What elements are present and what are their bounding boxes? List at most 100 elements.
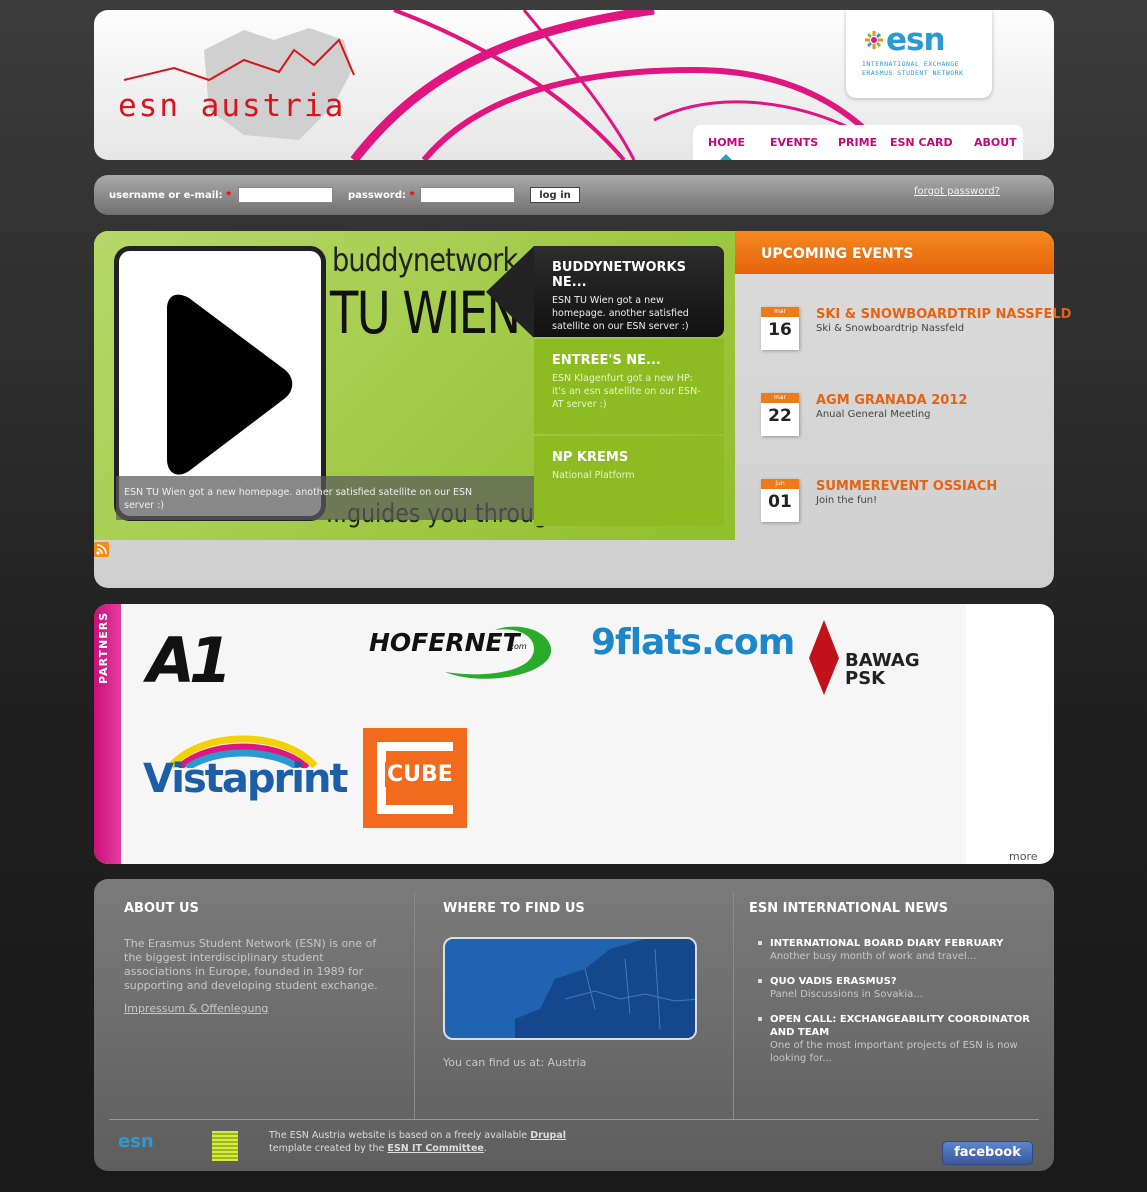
partner-logos: A1 HOFERNET .com 9flats.com BAWAG PSK Vi… bbox=[121, 604, 966, 864]
password-input[interactable] bbox=[420, 187, 515, 203]
footer-esn-logo[interactable]: esn bbox=[118, 1131, 154, 1152]
bullet-icon bbox=[758, 979, 762, 983]
cube-logo-text: CUBE bbox=[385, 762, 455, 787]
event-month: jun bbox=[761, 479, 799, 489]
slider-tab-buddynetworks[interactable]: BUDDYNETWORKS NE... ESN TU Wien got a ne… bbox=[534, 246, 724, 337]
event-day: 22 bbox=[768, 406, 792, 426]
rss-icon[interactable] bbox=[94, 542, 109, 557]
events-heading: UPCOMING EVENTS bbox=[761, 246, 914, 262]
partners-heading: PARTNERS bbox=[97, 611, 110, 684]
footer-divider bbox=[414, 891, 415, 1119]
nav-esn-card[interactable]: ESN CARD bbox=[890, 136, 953, 149]
event-month: mar bbox=[761, 393, 799, 403]
upcoming-events: UPCOMING EVENTS mar 16 SKI & SNOWBOARDTR… bbox=[735, 231, 1071, 540]
drupal-link[interactable]: Drupal bbox=[530, 1130, 566, 1141]
partner-logo-hofernet[interactable]: HOFERNET .com bbox=[365, 622, 565, 687]
news-item[interactable]: OPEN CALL: EXCHANGEABILITY COORDINATOR A… bbox=[758, 1013, 1035, 1065]
rss-glyph bbox=[96, 544, 107, 555]
partners-section: PARTNERS A1 HOFERNET .com 9flats.com BAW… bbox=[94, 604, 1054, 864]
esn-it-committee-link[interactable]: ESN IT Committee bbox=[387, 1143, 483, 1154]
nav-events[interactable]: EVENTS bbox=[770, 136, 818, 149]
bawag-diamond-icon bbox=[809, 620, 839, 695]
site-logo-text[interactable]: esn austria bbox=[118, 88, 345, 124]
partners-sidebar: PARTNERS bbox=[94, 604, 121, 864]
active-tab-arrow bbox=[486, 246, 534, 338]
esn-star-icon bbox=[865, 31, 883, 49]
footer-divider bbox=[733, 891, 734, 1119]
main-nav: HOME EVENTS PRIME ESN CARD ABOUT bbox=[693, 125, 1023, 160]
esn-international-logo[interactable]: esn INTERNATIONAL EXCHANGE ERASMUS STUDE… bbox=[846, 10, 992, 98]
calendar-icon: mar 16 bbox=[761, 307, 799, 350]
esn-tagline-1: INTERNATIONAL EXCHANGE bbox=[862, 60, 960, 68]
username-label: username or e-mail: * bbox=[109, 190, 232, 201]
footer-separator bbox=[109, 1119, 1039, 1120]
europe-map[interactable] bbox=[443, 937, 697, 1040]
login-button[interactable]: log in bbox=[530, 187, 580, 203]
news-excerpt: One of the most important projects of ES… bbox=[770, 1040, 1018, 1064]
site-header: esn austria esn INTERNATIONAL EXCHANGE E… bbox=[94, 10, 1054, 160]
sustainability-badge-icon[interactable] bbox=[212, 1131, 238, 1161]
event-subtitle: Join the fun! bbox=[816, 495, 878, 506]
event-day: 16 bbox=[768, 320, 792, 340]
news-title[interactable]: INTERNATIONAL BOARD DIARY FEBRUARY bbox=[770, 937, 1035, 950]
event-title[interactable]: SKI & SNOWBOARDTRIP NASSFELD bbox=[816, 307, 1071, 322]
event-subtitle: Anual General Meeting bbox=[816, 409, 931, 420]
event-title[interactable]: AGM GRANADA 2012 bbox=[816, 393, 967, 408]
news-title[interactable]: QUO VADIS ERASMUS? bbox=[770, 975, 1035, 988]
login-bar: username or e-mail: * password: * log in… bbox=[94, 175, 1054, 215]
forgot-password-link[interactable]: forgot password? bbox=[914, 186, 1000, 197]
nav-home[interactable]: HOME bbox=[708, 136, 745, 149]
slider-tab-title: NP KREMS bbox=[552, 450, 629, 465]
find-us-text: You can find us at: Austria bbox=[443, 1056, 587, 1069]
events-heading-bar: UPCOMING EVENTS bbox=[735, 231, 1054, 274]
psk-logo-text: PSK bbox=[845, 668, 886, 689]
9flats-logo-text: 9flats.com bbox=[591, 622, 795, 663]
featured-slider: buddynetwork TU WIEN ...guides you throu… bbox=[94, 231, 735, 540]
nav-about[interactable]: ABOUT bbox=[974, 136, 1017, 149]
esn-logo-word: esn bbox=[886, 22, 946, 58]
slider-tab-title: ENTREE'S NE... bbox=[552, 353, 661, 368]
partner-logo-vistaprint[interactable]: Vistaprint bbox=[143, 728, 349, 818]
news-title[interactable]: OPEN CALL: EXCHANGEABILITY COORDINATOR A… bbox=[770, 1013, 1035, 1039]
hofernet-logo-suffix: .com bbox=[507, 642, 527, 651]
news-excerpt: Panel Discussions in Sovakia... bbox=[770, 989, 923, 1000]
calendar-icon: mar 22 bbox=[761, 393, 799, 436]
partner-logo-bawag-psk[interactable]: BAWAG PSK bbox=[809, 618, 969, 698]
nav-prime[interactable]: PRIME bbox=[838, 136, 877, 149]
slider-tab-np-krems[interactable]: NP KREMS National Platform bbox=[534, 436, 724, 526]
impressum-link[interactable]: Impressum & Offenlegung bbox=[124, 1002, 268, 1015]
event-day: 01 bbox=[768, 492, 792, 512]
news-item[interactable]: INTERNATIONAL BOARD DIARY FEBRUARY Anoth… bbox=[758, 937, 1035, 963]
partner-logo-a1[interactable]: A1 bbox=[143, 620, 233, 710]
europe-map-image bbox=[515, 939, 695, 1038]
about-us-text: The Erasmus Student Network (ESN) is one… bbox=[124, 937, 378, 992]
facebook-button[interactable]: facebook bbox=[942, 1141, 1033, 1165]
hofernet-logo-text: HOFERNET bbox=[369, 628, 520, 657]
about-us-heading: ABOUT US bbox=[124, 901, 199, 916]
event-title[interactable]: SUMMEREVENT OSSIACH bbox=[816, 479, 997, 494]
slider-tab-title: BUDDYNETWORKS NE... bbox=[552, 260, 686, 290]
slider-tab-text: ESN TU Wien got a new homepage. another … bbox=[552, 295, 689, 332]
slider-tab-text: National Platform bbox=[552, 470, 635, 481]
main-content: buddynetwork TU WIEN ...guides you throu… bbox=[94, 231, 1071, 588]
esn-tagline-2: ERASMUS STUDENT NETWORK bbox=[862, 69, 964, 77]
calendar-icon: jun 01 bbox=[761, 479, 799, 522]
partner-logo-9flats[interactable]: 9flats.com bbox=[591, 620, 795, 670]
site-credit: The ESN Austria website is based on a fr… bbox=[269, 1130, 566, 1154]
vistaprint-logo-text: Vistaprint bbox=[143, 756, 349, 802]
partner-logo-cube[interactable]: CUBE bbox=[363, 728, 467, 828]
slider-tab-entree[interactable]: ENTREE'S NE... ESN Klagenfurt got a new … bbox=[534, 339, 724, 434]
slide-caption: ESN TU Wien got a new homepage. another … bbox=[116, 476, 536, 520]
partners-more-link[interactable]: more bbox=[1009, 850, 1038, 863]
slide-caption-text: ESN TU Wien got a new homepage. another … bbox=[124, 487, 473, 511]
a1-logo-text: A1 bbox=[147, 624, 232, 697]
username-input[interactable] bbox=[238, 187, 333, 203]
news-excerpt: Another busy month of work and travel... bbox=[770, 951, 977, 962]
esn-news-heading: ESN INTERNATIONAL NEWS bbox=[749, 901, 949, 916]
bullet-icon bbox=[758, 941, 762, 945]
news-item[interactable]: QUO VADIS ERASMUS? Panel Discussions in … bbox=[758, 975, 1035, 1001]
password-label: password: * bbox=[348, 190, 415, 201]
where-to-find-us-heading: WHERE TO FIND US bbox=[443, 901, 585, 916]
site-footer: ABOUT US The Erasmus Student Network (ES… bbox=[94, 879, 1054, 1171]
active-nav-indicator bbox=[719, 154, 733, 160]
